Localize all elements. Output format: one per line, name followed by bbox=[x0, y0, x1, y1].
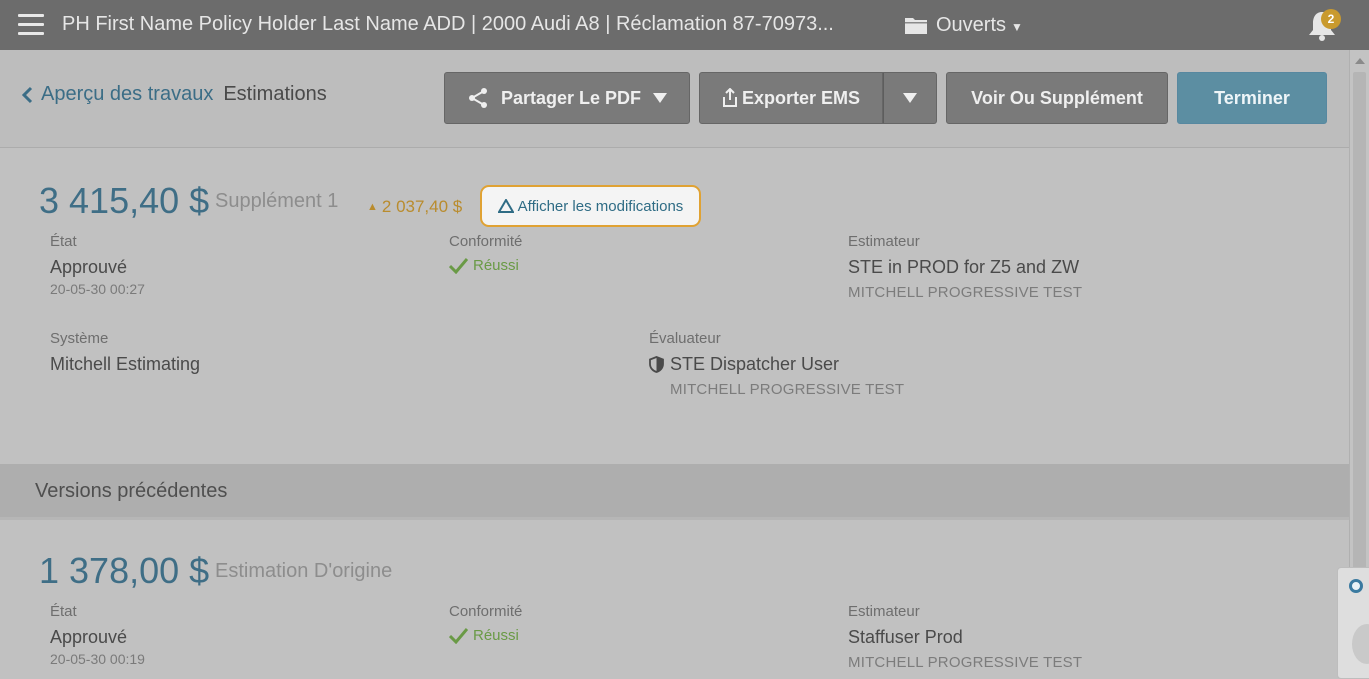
estimator-name: STE in PROD for Z5 and ZW bbox=[848, 257, 1080, 277]
back-link-label: Aperçu des travaux bbox=[41, 83, 214, 105]
compliance-status: Réussi bbox=[449, 257, 519, 274]
export-options-dropdown[interactable] bbox=[883, 72, 937, 124]
notification-count-badge: 2 bbox=[1321, 9, 1341, 29]
scroll-up-arrow-icon[interactable] bbox=[1355, 58, 1365, 64]
scrollbar-thumb[interactable] bbox=[1353, 72, 1366, 612]
original-state-date: 20-05-30 00:19 bbox=[50, 651, 145, 667]
folder-label: Ouverts bbox=[936, 13, 1007, 36]
delta-icon bbox=[497, 199, 514, 213]
original-estimator-company: MITCHELL PROGRESSIVE TEST bbox=[848, 654, 1083, 671]
show-changes-button[interactable]: Afficher les modifications bbox=[480, 185, 701, 227]
checkmark-icon bbox=[449, 628, 468, 644]
estimator-label: Estimateur bbox=[848, 233, 920, 250]
chevron-down-icon: ▼ bbox=[1011, 19, 1023, 34]
help-widget-icon[interactable] bbox=[1349, 579, 1363, 593]
original-compliance-label: Conformité bbox=[449, 603, 523, 620]
appraiser-label: Évaluateur bbox=[649, 330, 721, 347]
original-compliance-status: Réussi bbox=[449, 627, 519, 644]
top-app-bar: PH First Name Policy Holder Last Name AD… bbox=[0, 0, 1369, 50]
back-link[interactable]: Aperçu des travaux bbox=[22, 83, 213, 106]
triangle-up-icon: ▲ bbox=[367, 201, 378, 213]
original-estimate-type-label: Estimation D'origine bbox=[215, 560, 393, 582]
original-estimator-label: Estimateur bbox=[848, 603, 920, 620]
checkmark-icon bbox=[449, 258, 468, 274]
folder-dropdown[interactable]: Ouverts ▼ bbox=[904, 12, 1023, 38]
previous-versions-title: Versions précédentes bbox=[35, 480, 228, 502]
chevron-left-icon bbox=[22, 86, 33, 103]
view-or-supplement-label: Voir Ou Supplément bbox=[971, 87, 1143, 108]
estimate-type-label: Supplément 1 bbox=[215, 190, 339, 212]
original-state-value: Approuvé bbox=[50, 627, 128, 647]
page-header: Aperçu des travaux Estimations Partager … bbox=[0, 50, 1349, 148]
share-icon bbox=[468, 88, 487, 108]
widget-circle-icon[interactable] bbox=[1352, 624, 1369, 664]
amount-delta: ▲ 2 037,40 $ bbox=[367, 197, 462, 217]
finish-label: Terminer bbox=[1214, 87, 1290, 108]
system-value: Mitchell Estimating bbox=[50, 354, 201, 374]
compliance-label: Conformité bbox=[449, 233, 523, 250]
side-help-widget[interactable] bbox=[1337, 567, 1369, 679]
breadcrumb: Aperçu des travaux Estimations bbox=[22, 83, 327, 106]
folder-icon bbox=[905, 18, 927, 34]
original-estimate-amount: 1 378,00 $ bbox=[39, 550, 210, 591]
state-date: 20-05-30 00:27 bbox=[50, 281, 145, 297]
appraiser: STE Dispatcher User bbox=[649, 354, 839, 375]
original-compliance-value: Réussi bbox=[473, 627, 519, 644]
appraiser-name: STE Dispatcher User bbox=[670, 354, 840, 374]
view-or-supplement-button[interactable]: Voir Ou Supplément bbox=[946, 72, 1168, 124]
original-state-label: État bbox=[50, 603, 77, 620]
breadcrumb-current: Estimations bbox=[223, 83, 327, 105]
export-ems-button[interactable]: Exporter EMS bbox=[699, 72, 883, 124]
hamburger-menu-icon[interactable] bbox=[18, 14, 44, 36]
caret-down-icon bbox=[903, 93, 917, 103]
export-ems-label: Exporter EMS bbox=[741, 87, 861, 108]
export-icon bbox=[722, 88, 737, 107]
estimate-amount: 3 415,40 $ bbox=[39, 180, 210, 221]
original-estimator-name: Staffuser Prod bbox=[848, 627, 963, 647]
state-label: État bbox=[50, 233, 77, 250]
state-value: Approuvé bbox=[50, 257, 128, 277]
shield-icon bbox=[649, 356, 664, 373]
show-changes-label: Afficher les modifications bbox=[517, 197, 684, 215]
caret-down-icon bbox=[653, 93, 668, 103]
claim-title: PH First Name Policy Holder Last Name AD… bbox=[62, 13, 834, 35]
estimator-company: MITCHELL PROGRESSIVE TEST bbox=[848, 284, 1083, 301]
finish-button[interactable]: Terminer bbox=[1177, 72, 1327, 124]
system-label: Système bbox=[50, 330, 109, 347]
compliance-value: Réussi bbox=[473, 257, 519, 274]
share-pdf-label: Partager Le PDF bbox=[500, 87, 642, 108]
notifications-button[interactable]: 2 bbox=[1305, 8, 1343, 42]
share-pdf-button[interactable]: Partager Le PDF bbox=[444, 72, 690, 124]
previous-versions-header: Versions précédentes bbox=[0, 464, 1349, 520]
appraiser-company: MITCHELL PROGRESSIVE TEST bbox=[670, 381, 905, 398]
amount-delta-value: 2 037,40 $ bbox=[381, 197, 463, 216]
